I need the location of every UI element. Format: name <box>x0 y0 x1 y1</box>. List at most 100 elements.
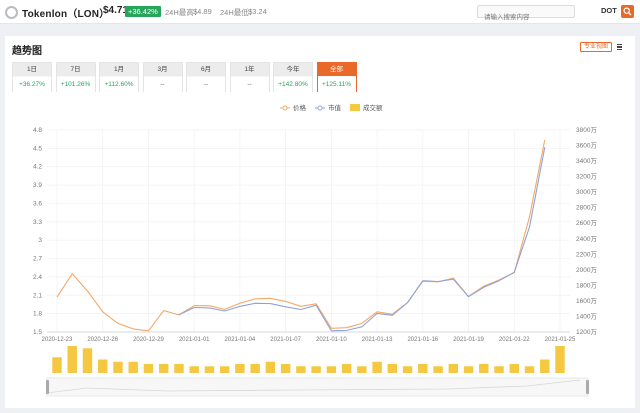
low-value: $3.24 <box>248 7 267 16</box>
tab-change-value: -- <box>230 77 269 92</box>
pro-view-button[interactable]: 专业视图 <box>580 42 613 52</box>
volume-bar <box>67 346 77 373</box>
volume-bar <box>113 361 123 373</box>
top-bar: Tokenlon（LON） $4.71 +36.42% 24H最高： $4.89… <box>0 0 640 24</box>
y-left-tick-label: 1.8 <box>33 311 42 318</box>
volume-bar <box>235 364 245 373</box>
y-right-tick-label: 3000万 <box>576 188 597 196</box>
volume-bar <box>555 346 565 373</box>
volume-bar <box>387 364 398 373</box>
volume-bar <box>265 361 276 373</box>
x-tick-label: 2020-12-29 <box>133 337 164 343</box>
chart-area: 4.8 4.5 4.2 3.9 3.6 3.3 3 2.7 2.4 2.1 1.8 1.5 3800万 3… <box>5 96 635 408</box>
y-right-tick-label: 2200万 <box>576 250 597 258</box>
y-left-tick-label: 3.3 <box>33 219 42 226</box>
y-left-tick-label: 1.5 <box>33 329 42 336</box>
x-tick-label: 2021-01-10 <box>316 337 347 343</box>
volume-bar <box>280 364 291 373</box>
x-tick-label: 2021-01-19 <box>453 337 484 343</box>
volume-bar <box>341 364 352 373</box>
volume-bar <box>174 364 184 373</box>
volume-bar <box>357 366 367 373</box>
tab-range-7[interactable]: 全部 +125.11% <box>316 62 357 92</box>
tab-range-1[interactable]: 7日 +101.26% <box>55 62 96 92</box>
menu-icon[interactable] <box>616 43 624 51</box>
tab-label: 今年 <box>274 63 312 76</box>
volume-bar <box>326 366 337 373</box>
tab-range-3[interactable]: 3月 -- <box>142 62 183 92</box>
volume-bar <box>524 366 535 373</box>
y-right-tick-label: 2000万 <box>576 266 597 274</box>
y-left-tick-label: 2.7 <box>33 256 42 263</box>
tab-label: 3月 <box>143 63 182 76</box>
tab-label: 全部 <box>317 63 356 76</box>
volume-bar <box>494 366 504 373</box>
exchange-selector[interactable]: DOT <box>601 6 617 15</box>
high-value: $4.89 <box>193 7 212 16</box>
tab-change-value: -- <box>143 77 182 92</box>
y-left-tick-label: 3 <box>38 237 42 244</box>
tab-label: 1月 <box>100 63 138 76</box>
volume-bar <box>98 359 108 373</box>
x-tick-label: 2021-01-04 <box>225 337 256 343</box>
tab-change-value: +36.27% <box>13 77 51 92</box>
x-tick-label: 2020-12-23 <box>42 337 73 343</box>
series-line-0 <box>56 139 546 332</box>
tab-change-value: +101.26% <box>56 77 95 92</box>
slider-handle-right[interactable] <box>586 380 589 394</box>
volume-bar <box>540 359 550 373</box>
volume-bar <box>402 366 413 373</box>
y-right-tick-label: 1200万 <box>576 328 597 336</box>
tab-change-value: -- <box>187 77 225 92</box>
y-right-tick-label: 3800万 <box>576 126 597 134</box>
change-badge: +36.42% <box>125 6 161 17</box>
tab-label: 6月 <box>187 63 225 76</box>
y-right-tick-label: 2400万 <box>576 235 597 243</box>
tab-label: 7日 <box>56 63 95 76</box>
x-tick-label: 2021-01-07 <box>270 337 301 343</box>
x-tick-label: 2021-01-01 <box>179 337 210 343</box>
trend-card: 趋势图 专业视图 1日 +36.27% 7日 +101.26% 1月 +112.60% 3月… <box>5 36 635 408</box>
tab-change-value: +125.11% <box>317 77 356 92</box>
y-left-tick-label: 3.9 <box>33 182 42 189</box>
tab-label: 1年 <box>230 63 269 76</box>
legend-marker <box>282 105 288 111</box>
tab-range-5[interactable]: 1年 -- <box>229 62 270 92</box>
y-left-tick-label: 2.1 <box>33 292 42 299</box>
volume-bar <box>479 364 489 373</box>
volume-bar <box>52 357 62 373</box>
volume-bar <box>158 364 169 373</box>
y-right-tick-label: 2600万 <box>576 219 597 227</box>
legend-label-2: 成交额 <box>363 103 383 112</box>
volume-bar <box>219 366 230 373</box>
series-line-1 <box>178 146 546 332</box>
volume-bar <box>418 364 428 373</box>
tab-range-0[interactable]: 1日 +36.27% <box>12 62 52 92</box>
y-right-tick-label: 1800万 <box>576 281 597 289</box>
tab-range-4[interactable]: 6月 -- <box>186 62 226 92</box>
y-right-tick-label: 1400万 <box>576 312 597 320</box>
tab-range-2[interactable]: 1月 +112.60% <box>99 62 139 92</box>
slider-handle-left[interactable] <box>46 380 49 394</box>
y-right-tick-label: 3600万 <box>576 142 597 150</box>
search-box <box>477 5 575 23</box>
x-tick-label: 2021-01-16 <box>407 337 438 343</box>
search-input[interactable] <box>478 12 574 23</box>
x-tick-label: 2021-01-13 <box>362 337 393 343</box>
y-right-tick-label: 3200万 <box>576 173 597 181</box>
volume-bar <box>448 364 459 373</box>
search-button[interactable] <box>621 5 634 18</box>
x-tick-label: 2021-01-25 <box>545 337 576 343</box>
y-left-tick-label: 4.8 <box>33 127 42 134</box>
legend-swatch <box>350 104 360 111</box>
tab-change-value: +112.60% <box>100 77 138 92</box>
volume-bar <box>372 361 382 373</box>
volume-bar <box>509 364 519 373</box>
coin-name: Tokenlon（LON） <box>22 9 110 20</box>
legend-marker <box>317 105 323 111</box>
y-left-tick-label: 4.2 <box>33 164 42 171</box>
volume-bar <box>463 366 474 373</box>
y-right-tick-label: 3400万 <box>576 157 597 165</box>
volume-bar <box>250 364 260 373</box>
tab-range-6[interactable]: 今年 +142.80% <box>273 62 313 92</box>
